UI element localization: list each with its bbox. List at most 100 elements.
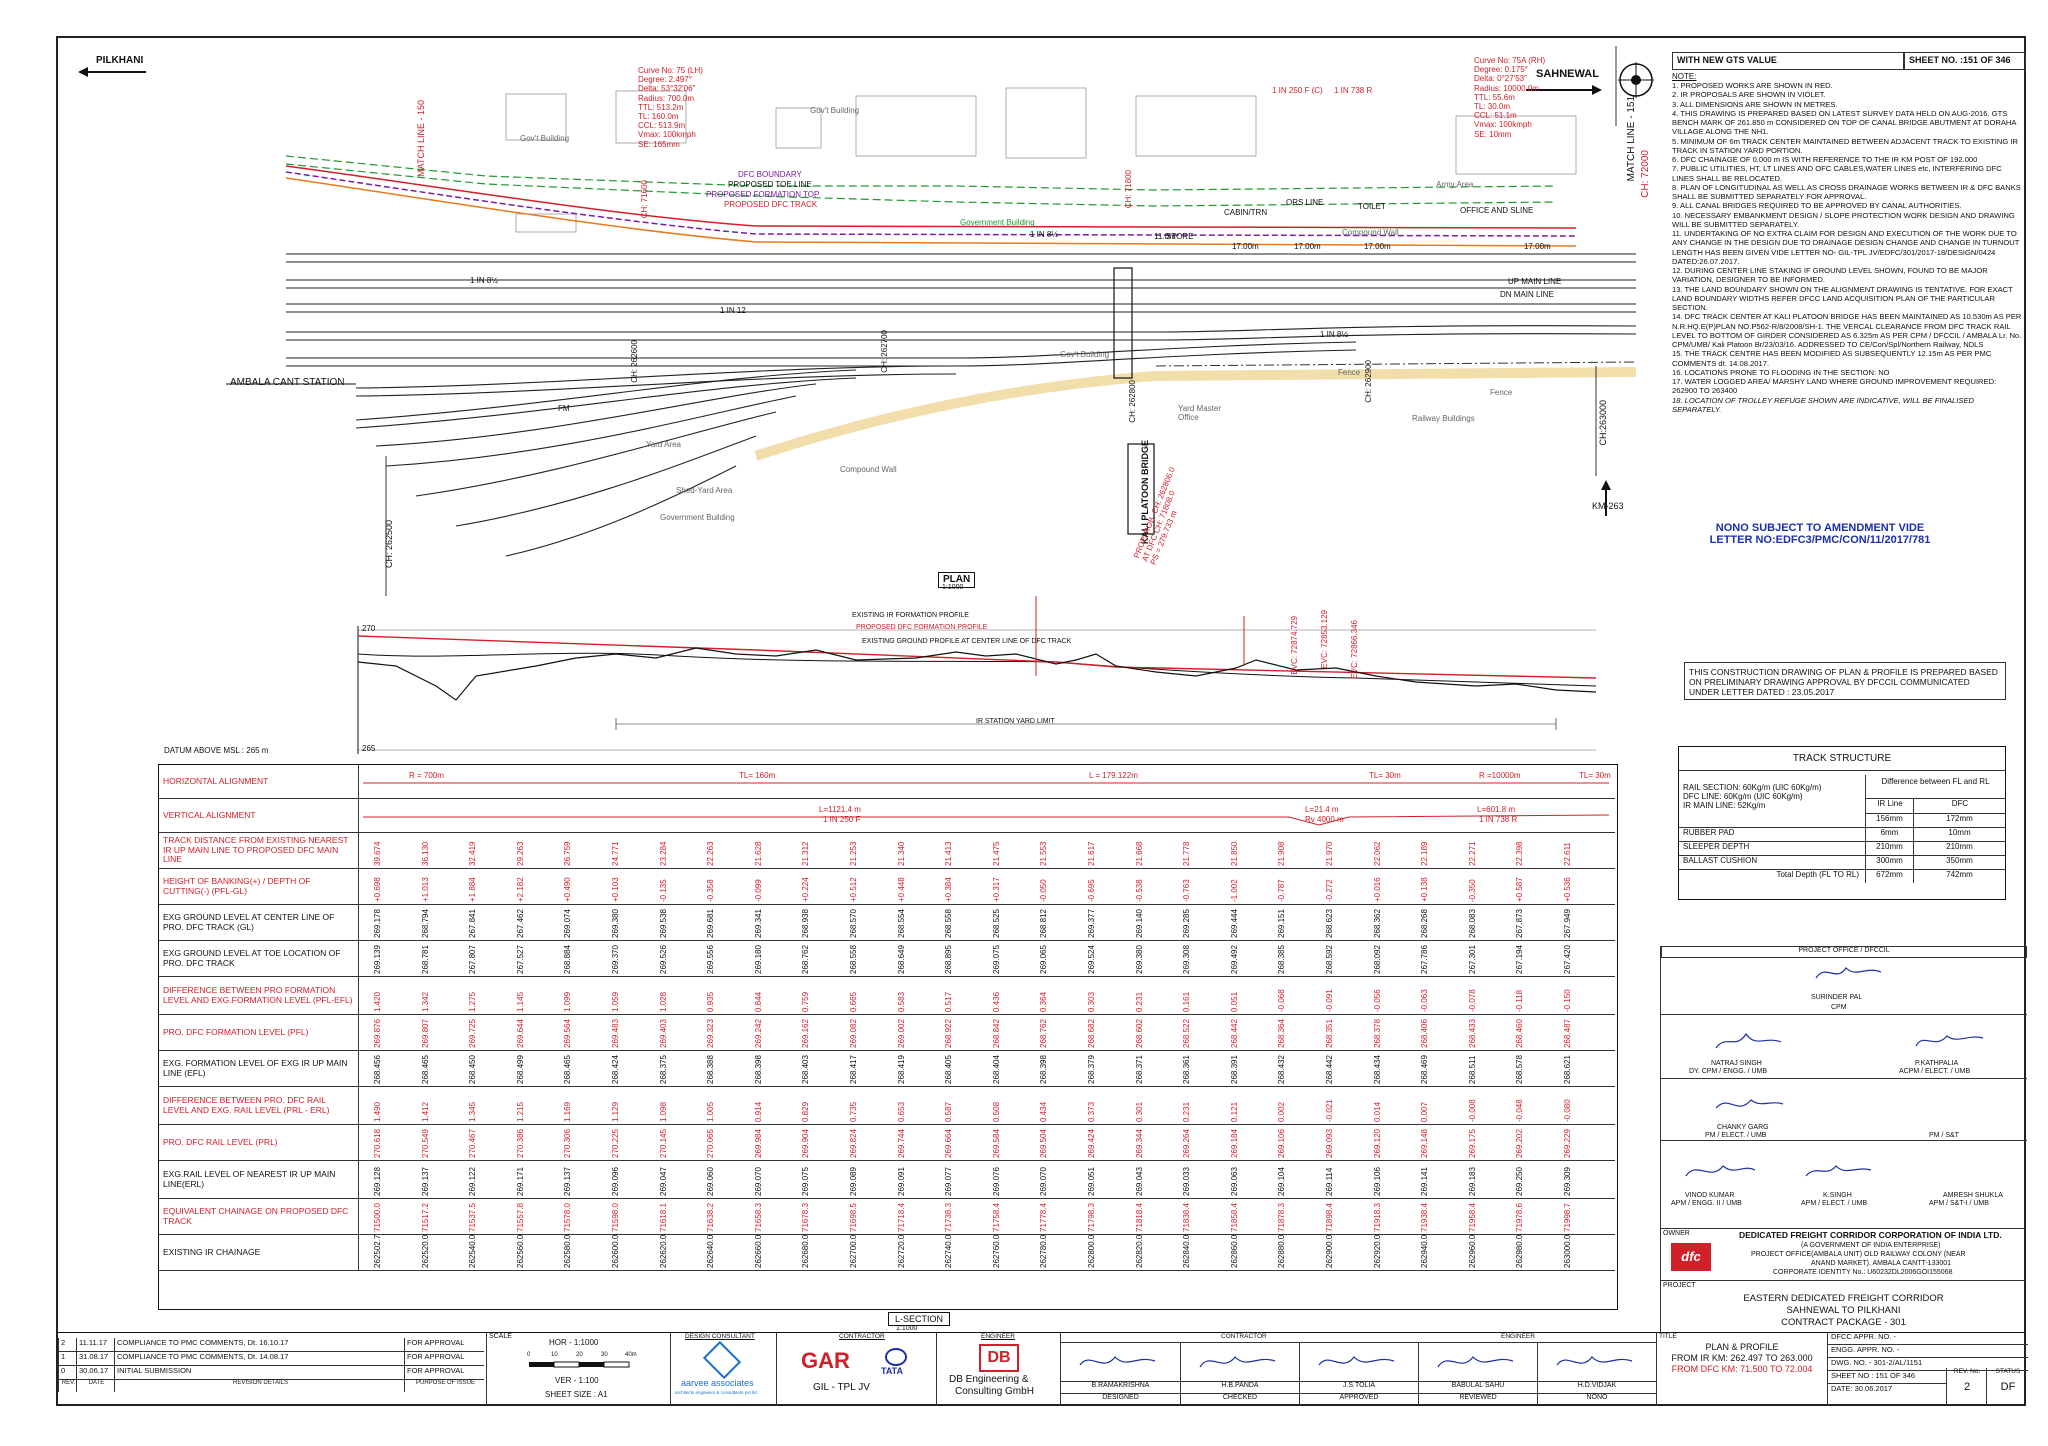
- ts-row-label: RUBBER PAD: [1679, 827, 1865, 841]
- table-cell: 268.842: [991, 1019, 1001, 1048]
- table-row-label: EXG. FORMATION LEVEL OF EXG IR UP MAIN L…: [159, 1051, 359, 1087]
- table-cell: 71557.8: [515, 1203, 525, 1232]
- table-cell: 262920.0: [1372, 1234, 1382, 1268]
- curve-left-block: Curve No: 75 (LH) Degree: 2.497° Delta: …: [638, 66, 703, 149]
- table-cell: 269.492: [1229, 945, 1239, 974]
- cpm-signature: [1815, 967, 1882, 979]
- table-cell: -0.350: [1467, 879, 1477, 902]
- yard-limit-label: IR STATION YARD LIMIT: [976, 718, 1055, 725]
- dimension-17-3: 17.00m: [1364, 242, 1391, 251]
- note-item: 16. LOCATIONS PRONE TO FLOODING IN THE S…: [1672, 367, 1890, 377]
- table-cell: 269.380: [1134, 945, 1144, 974]
- table-cell: 269.184: [1229, 1129, 1239, 1158]
- scale-hor: HOR - 1:1000: [549, 1338, 599, 1347]
- table-cell: 71578.0: [563, 1203, 573, 1232]
- table-cell: 0.517: [944, 991, 954, 1012]
- table-cell: 71938.4: [1420, 1203, 1430, 1232]
- plan-scale: 1:1000: [942, 584, 964, 591]
- table-row-divider: [359, 1086, 1615, 1087]
- table-cell: 269.344: [1134, 1129, 1144, 1158]
- owner-label: OWNER: [1663, 1230, 1690, 1237]
- track-structure-table: TRACK STRUCTURE RAIL SECTION: 60Kg/m (UI…: [1678, 746, 2006, 900]
- table-cell: 267.527: [515, 945, 525, 974]
- table-cell: 269.904: [801, 1129, 811, 1158]
- table-cell: +0.698: [373, 877, 382, 902]
- engineer-name-2: Consulting GmbH: [955, 1386, 1034, 1397]
- ts-row-label: [1679, 813, 1865, 827]
- gil-logo: GAR: [801, 1348, 850, 1373]
- revision-cell: FOR APPROVAL: [404, 1352, 484, 1366]
- table-cell: -0.272: [1325, 879, 1334, 902]
- profile-legend-proposed-dfc: PROPOSED DFC FORMATION PROFILE: [856, 624, 988, 631]
- signature-scribble: [1318, 1356, 1395, 1366]
- table-cell: 269.091: [896, 1167, 906, 1196]
- table-cell: 268.895: [944, 945, 954, 974]
- ksingh-signature: [1805, 1165, 1872, 1177]
- table-cell: 270.467: [468, 1129, 478, 1158]
- table-cell: 269.556: [706, 945, 716, 974]
- table-cell: 269.229: [1563, 1129, 1572, 1158]
- table-cell: 267.420: [1563, 945, 1572, 974]
- scale-tick-1: 10: [551, 1352, 558, 1358]
- design-consultant-block: DESIGN CONSULTANT aarvee associates arch…: [670, 1332, 777, 1406]
- table-cell: 268.092: [1372, 945, 1382, 974]
- table-cell: 269.033: [1182, 1167, 1192, 1196]
- curve-left-line: Radius: 700.0m: [638, 93, 695, 103]
- table-cell: -0.358: [706, 879, 716, 902]
- project-office-label: PROJECT OFFICE / DFCCIL: [1661, 946, 2027, 958]
- table-cell: 0.051: [1229, 991, 1239, 1012]
- table-cell: 268.499: [515, 1055, 525, 1084]
- table-cell: 22.611: [1563, 842, 1572, 866]
- table-cell: 71698.5: [849, 1203, 858, 1232]
- table-cell: 269.178: [373, 909, 382, 938]
- table-cell: 71798.3: [1087, 1203, 1096, 1232]
- table-cell: 269.089: [849, 1167, 858, 1196]
- table-cell: +0.016: [1372, 877, 1382, 902]
- table-cell: 267.807: [468, 945, 478, 974]
- curve-right-line: Vmax: 100kmph: [1474, 120, 1532, 130]
- ts-row-ir: 210mm: [1865, 841, 1913, 855]
- revision-header: PURPOSE OF ISSUE: [404, 1380, 484, 1392]
- table-cell: 71958.4: [1467, 1203, 1477, 1232]
- table-cell: 268.450: [468, 1055, 478, 1084]
- table-cell: +0.490: [563, 877, 573, 902]
- note-item: 6. DFC CHAINAGE OF 0.000 m IS WITH REFER…: [1672, 155, 1978, 165]
- table-cell: 268.558: [944, 909, 954, 938]
- up-main-line-label: UP MAIN LINE: [1508, 277, 1562, 286]
- structure-toilet: TOILET: [1358, 202, 1386, 211]
- table-cell: 0.007: [1420, 1101, 1430, 1122]
- table-cell: 21.413: [944, 841, 954, 866]
- table-cell: 268.361: [1182, 1055, 1192, 1084]
- table-cell: 268.362: [1372, 909, 1382, 938]
- table-cell: 267.873: [1515, 909, 1525, 938]
- table-cell: 269.202: [1515, 1129, 1525, 1158]
- table-cell: 71818.4: [1134, 1203, 1144, 1232]
- table-cell: 268.083: [1467, 909, 1477, 938]
- owner-line-4: ANAND MARKET), AMBALA CANTT-133001: [1811, 1260, 1952, 1267]
- revision-header: REVISION DETAILS: [114, 1380, 404, 1392]
- bottom-contractor-label: CONTRACTOR: [1221, 1333, 1267, 1340]
- table-cell: 71978.6: [1515, 1203, 1525, 1232]
- amendment-note: NONO SUBJECT TO AMENDMENT VIDE LETTER NO…: [1650, 522, 1990, 546]
- table-cell: 0.759: [801, 991, 811, 1012]
- revision-header: REV.: [58, 1380, 76, 1392]
- govt-building-label-3: Gov't Building: [1060, 350, 1110, 359]
- table-cell: 269.725: [468, 1019, 478, 1048]
- match-line-left: MATCH LINE - 150: [416, 100, 426, 177]
- table-cell: -0.787: [1277, 879, 1287, 902]
- curve-left-line: Degree: 2.497°: [638, 75, 692, 85]
- table-cell: 269.137: [563, 1167, 573, 1196]
- table-cell: 270.618: [373, 1129, 382, 1158]
- table-cell: 268.812: [1039, 909, 1049, 938]
- project-block: PROJECT EASTERN DEDICATED FREIGHT CORRID…: [1660, 1280, 2026, 1332]
- table-cell: 71738.3: [944, 1203, 954, 1232]
- table-cell: 269.444: [1229, 909, 1239, 938]
- project-line-3: CONTRACT PACKAGE - 301: [1781, 1316, 1906, 1328]
- table-cell: 262880.0: [1277, 1234, 1287, 1268]
- table-cell: 21.312: [801, 841, 811, 866]
- revision-table: 2 11.11.17 COMPLIANCE TO PMC COMMENTS, Dt.…: [58, 1334, 486, 1404]
- table-cell: 1.420: [373, 991, 382, 1012]
- scale-ver: VER - 1:100: [555, 1376, 599, 1385]
- table-cell: 71500.0: [373, 1203, 382, 1232]
- table-cell: 269.564: [563, 1019, 573, 1048]
